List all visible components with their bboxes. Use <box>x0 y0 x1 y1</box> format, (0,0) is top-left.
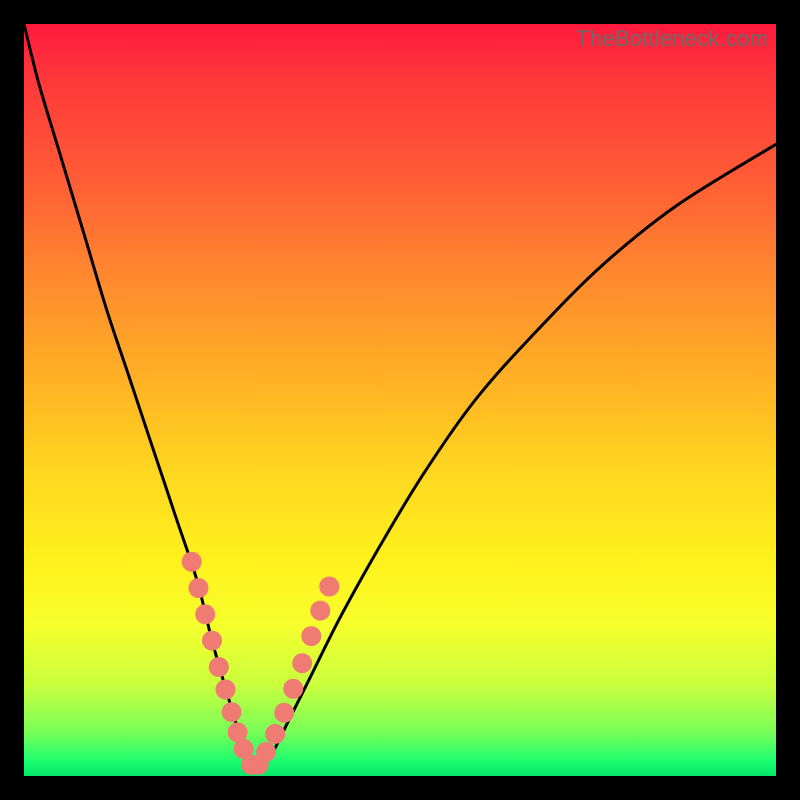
highlight-dot <box>292 653 312 673</box>
bottleneck-curve <box>24 24 776 769</box>
highlight-dot <box>301 626 321 646</box>
highlight-dot <box>195 604 215 624</box>
highlight-dot <box>209 657 229 677</box>
highlight-dot <box>182 552 202 572</box>
highlight-dot <box>283 679 303 699</box>
highlight-dot <box>202 631 222 651</box>
chart-overlay <box>24 24 776 776</box>
highlight-dot <box>216 680 236 700</box>
highlight-dot <box>265 724 285 744</box>
chart-frame: TheBottleneck.com <box>0 0 800 800</box>
highlight-dot <box>189 578 209 598</box>
highlight-dot <box>256 742 276 762</box>
highlight-dot <box>274 703 294 723</box>
chart-plot-area: TheBottleneck.com <box>24 24 776 776</box>
highlight-dot <box>310 601 330 621</box>
highlight-dot <box>319 577 339 597</box>
highlight-dot <box>222 702 242 722</box>
